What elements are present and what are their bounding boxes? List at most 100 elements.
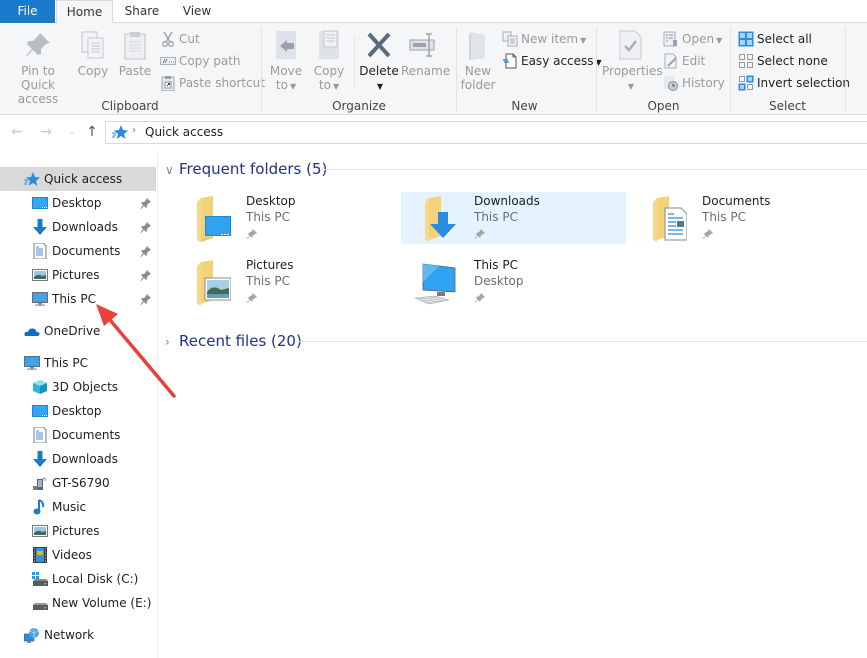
- folder-tile-this-pc[interactable]: This PC Desktop: [401, 256, 626, 308]
- new-folder-button[interactable]: New folder: [460, 29, 496, 92]
- sidebar-item-documents[interactable]: Documents: [0, 423, 156, 447]
- folder-tile-desktop[interactable]: Desktop This PC: [173, 192, 398, 244]
- pin-icon[interactable]: [140, 195, 152, 209]
- folder-location: This PC: [246, 210, 290, 224]
- copy-button[interactable]: Copy: [76, 29, 110, 78]
- sidebar-item-onedrive[interactable]: OneDrive: [0, 319, 156, 343]
- sidebar-item-downloads-pinned[interactable]: Downloads: [0, 215, 156, 239]
- sidebar-item-label: GT-S6790: [52, 476, 110, 490]
- back-button[interactable]: ←: [8, 123, 26, 141]
- chevron-down-icon: ∨: [165, 163, 174, 177]
- address-bar[interactable]: › Quick access: [105, 121, 867, 144]
- sidebar-item-label: This PC: [52, 292, 96, 306]
- history-button[interactable]: History: [663, 73, 725, 93]
- recent-files-title: Recent files (20): [179, 332, 302, 350]
- delete-label: Delete: [359, 64, 399, 78]
- properties-icon: [614, 29, 646, 61]
- move-to-button[interactable]: Move to ▼: [268, 29, 304, 94]
- sidebar-item-desktop[interactable]: Desktop: [0, 399, 156, 423]
- folder-location: Desktop: [474, 274, 524, 288]
- this-pc-icon: [24, 355, 40, 371]
- copy-path-button[interactable]: Copy path: [160, 51, 241, 71]
- sidebar-item-desktop-pinned[interactable]: Desktop: [0, 191, 156, 215]
- copy-to-button[interactable]: Copy to ▼: [311, 29, 347, 94]
- easy-access-icon: [502, 53, 518, 69]
- properties-button[interactable]: Properties ▼: [602, 29, 663, 94]
- sidebar-item-label: Local Disk (C:): [52, 572, 139, 586]
- sidebar-item-local-disk-c[interactable]: Local Disk (C:): [0, 567, 156, 591]
- pin-icon: [22, 29, 54, 61]
- folder-tile-pictures[interactable]: Pictures This PC: [173, 256, 398, 308]
- tab-view[interactable]: View: [172, 0, 222, 24]
- sidebar-item-pictures-pinned[interactable]: Pictures: [0, 263, 156, 287]
- new-folder-icon: [462, 29, 494, 61]
- sidebar-item-videos[interactable]: Videos: [0, 543, 156, 567]
- open-button[interactable]: Open ▼: [663, 29, 722, 49]
- arrow-up-icon: ↑: [86, 124, 98, 140]
- this-pc-icon: [411, 260, 459, 306]
- sidebar-item-music[interactable]: Music: [0, 495, 156, 519]
- invert-selection-button[interactable]: Invert selection: [738, 73, 850, 93]
- sidebar-item-new-volume-e[interactable]: New Volume (E:): [0, 591, 156, 615]
- sidebar-item-pictures[interactable]: Pictures: [0, 519, 156, 543]
- rename-button[interactable]: Rename: [401, 29, 450, 78]
- select-none-button[interactable]: Select none: [738, 51, 828, 71]
- sidebar-item-this-pc[interactable]: This PC: [0, 351, 156, 375]
- up-button[interactable]: ↑: [83, 123, 101, 141]
- sidebar-item-3d-objects[interactable]: 3D Objects: [0, 375, 156, 399]
- tab-home[interactable]: Home: [56, 0, 113, 24]
- pin-icon[interactable]: [140, 291, 152, 305]
- pin-to-quick-access-button[interactable]: Pin to Quick access: [4, 29, 72, 106]
- history-icon: [663, 75, 679, 91]
- sidebar-item-this-pc-pinned[interactable]: This PC: [0, 287, 156, 311]
- forward-button[interactable]: →: [37, 123, 55, 141]
- new-item-button[interactable]: New item ▼: [502, 29, 586, 49]
- sidebar-item-label: Quick access: [44, 172, 123, 186]
- sidebar-item-label: Downloads: [52, 452, 118, 466]
- folder-tile-documents[interactable]: Documents This PC: [629, 192, 854, 244]
- copy-label: Copy: [77, 64, 109, 78]
- downloads-icon: [32, 451, 48, 467]
- videos-icon: [32, 547, 48, 563]
- documents-folder-icon: [639, 196, 688, 242]
- pane-splitter[interactable]: [157, 150, 158, 658]
- open-label: Open: [682, 32, 715, 46]
- clipboard-group-label: Clipboard: [101, 99, 159, 113]
- paste-shortcut-button[interactable]: Paste shortcut: [160, 73, 265, 93]
- move-to-label-line2: to: [275, 78, 288, 92]
- tab-file[interactable]: File: [0, 0, 55, 23]
- local-disk-icon: [32, 571, 48, 587]
- sidebar-item-quick-access[interactable]: Quick access: [0, 167, 156, 191]
- pin-icon[interactable]: [140, 219, 152, 233]
- recent-files-header[interactable]: › Recent files (20): [165, 330, 302, 352]
- frequent-folders-header[interactable]: ∨ Frequent folders (5): [165, 158, 327, 180]
- tab-share[interactable]: Share: [118, 0, 166, 24]
- desktop-icon: [32, 403, 48, 419]
- delete-button[interactable]: Delete ▼: [359, 29, 399, 94]
- sidebar-item-label: Network: [44, 628, 95, 642]
- folder-location: This PC: [246, 274, 290, 288]
- sidebar-item-label: Videos: [52, 548, 92, 562]
- paste-icon: [119, 29, 151, 61]
- new-folder-label-line1: New: [464, 64, 492, 78]
- pin-icon[interactable]: [140, 267, 152, 281]
- cut-button[interactable]: Cut: [160, 29, 200, 49]
- edit-button[interactable]: Edit: [663, 51, 705, 71]
- new-item-icon: [502, 31, 518, 47]
- sidebar-item-documents-pinned[interactable]: Documents: [0, 239, 156, 263]
- recent-locations-button[interactable]: ⌄: [63, 123, 81, 141]
- drive-icon: [32, 595, 48, 611]
- select-all-button[interactable]: Select all: [738, 29, 812, 49]
- paste-shortcut-icon: [160, 75, 176, 91]
- pin-icon[interactable]: [140, 243, 152, 257]
- sidebar-item-downloads[interactable]: Downloads: [0, 447, 156, 471]
- folder-tile-downloads[interactable]: Downloads This PC: [401, 192, 626, 244]
- paste-button[interactable]: Paste: [117, 29, 153, 78]
- breadcrumb-quick-access[interactable]: Quick access: [145, 125, 223, 139]
- easy-access-button[interactable]: Easy access ▼: [502, 51, 602, 71]
- sidebar-item-gt-s6790[interactable]: GT-S6790: [0, 471, 156, 495]
- select-all-label: Select all: [757, 32, 812, 46]
- sidebar-item-label: OneDrive: [44, 324, 101, 338]
- pin-icon: [246, 292, 258, 304]
- sidebar-item-network[interactable]: Network: [0, 623, 156, 647]
